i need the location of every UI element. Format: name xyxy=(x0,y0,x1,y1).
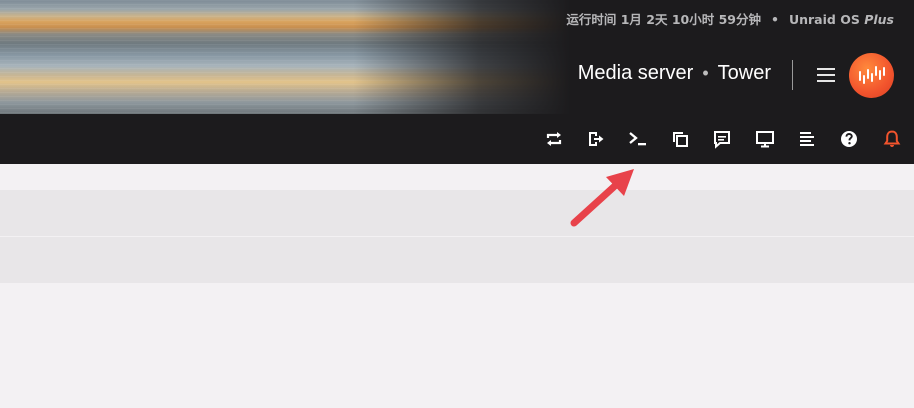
log-icon[interactable] xyxy=(797,129,817,149)
terminal-icon[interactable] xyxy=(628,129,648,149)
os-name: Unraid OS xyxy=(788,12,860,27)
separator-dot: • xyxy=(770,12,779,27)
notification-bell-icon[interactable] xyxy=(882,129,902,149)
logo-mark-icon xyxy=(859,66,885,84)
help-icon[interactable] xyxy=(839,129,859,149)
os-edition: Plus xyxy=(864,12,894,27)
switch-icon[interactable] xyxy=(544,129,564,149)
logout-icon[interactable] xyxy=(586,129,606,149)
content-row xyxy=(0,237,914,283)
server-title: Media server • Tower xyxy=(578,62,771,85)
header-divider xyxy=(792,60,793,90)
content-row xyxy=(0,190,914,236)
feedback-icon[interactable] xyxy=(712,129,732,149)
uptime-status: 运行时间 1月 2天 10小时 59分钟 • Unraid OS Plus xyxy=(566,9,894,28)
uptime-text: 运行时间 1月 2天 10小时 59分钟 xyxy=(566,12,761,27)
server-description: Media server xyxy=(577,62,694,84)
unraid-logo[interactable] xyxy=(849,53,894,98)
toolbar xyxy=(0,114,914,164)
menu-icon[interactable] xyxy=(817,68,835,82)
separator-dot: • xyxy=(702,63,709,83)
header: 运行时间 1月 2天 10小时 59分钟 • Unraid OS Plus Medi… xyxy=(0,0,914,114)
monitor-icon[interactable] xyxy=(755,129,775,149)
server-name: Tower xyxy=(717,62,771,84)
copy-windows-icon[interactable] xyxy=(670,129,690,149)
annotation-arrow-icon xyxy=(570,169,634,227)
